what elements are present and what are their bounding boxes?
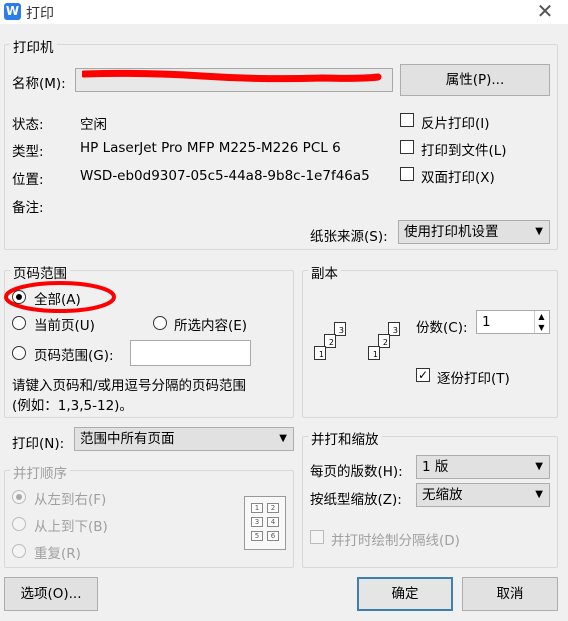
- comment-label: 备注:: [12, 200, 44, 216]
- pages-per-sheet-select[interactable]: 1 版 ▼: [416, 455, 550, 479]
- print-what-select[interactable]: 范围中所有页面 ▼: [74, 427, 294, 451]
- chevron-down-icon: ▼: [279, 433, 287, 444]
- copies-count-label: 份数(C):: [416, 320, 468, 336]
- chevron-down-icon: ▼: [535, 461, 543, 472]
- paper-source-label: 纸张来源(S):: [310, 229, 388, 245]
- pages-per-sheet-value: 1 版: [422, 459, 449, 475]
- collate-checkbox[interactable]: ✓: [416, 368, 430, 382]
- redaction-scribble: [82, 69, 382, 83]
- draw-lines-label: 并打时绘制分隔线(D): [331, 533, 460, 549]
- copies-count-value: 1: [482, 314, 491, 330]
- ok-button[interactable]: 确定: [357, 577, 453, 611]
- app-icon: W: [4, 3, 21, 20]
- order-preview-cell: 2: [267, 503, 279, 513]
- close-icon[interactable]: ✕: [534, 0, 556, 23]
- order-preview-cell: 1: [251, 503, 263, 513]
- collate-page: 1: [314, 346, 326, 360]
- range-pages-radio[interactable]: [12, 346, 26, 360]
- page-range-input[interactable]: [130, 340, 251, 366]
- order-preview-cell: 4: [267, 517, 279, 527]
- paper-source-select[interactable]: 使用打印机设置 ▼: [398, 220, 550, 244]
- window-title: 打印: [26, 6, 54, 22]
- scale-value: 无缩放: [422, 487, 463, 503]
- scale-select[interactable]: 无缩放 ▼: [416, 483, 550, 507]
- order-repeat-radio[interactable]: [12, 544, 26, 558]
- order-ltr-label: 从左到右(F): [34, 492, 107, 508]
- print-order-title: 并打顺序: [10, 462, 70, 482]
- location-value: WSD-eb0d9307-05c5-44a8-9b8c-1e7f46a5: [80, 168, 370, 184]
- zoom-title: 并打和缩放: [308, 428, 382, 448]
- collate-label: 逐份打印(T): [437, 371, 510, 387]
- printer-name-label: 名称(M):: [12, 76, 66, 92]
- range-selection-radio[interactable]: [153, 316, 167, 330]
- spinner-up-icon[interactable]: ▲: [534, 311, 548, 322]
- duplex-checkbox[interactable]: [400, 167, 414, 181]
- print-to-file-label: 打印到文件(L): [421, 143, 507, 159]
- chevron-down-icon: ▼: [535, 489, 543, 500]
- collate-stack-2: 3 2 1: [368, 322, 408, 372]
- printer-group-title: 打印机: [10, 36, 57, 56]
- order-ttb-label: 从上到下(B): [34, 519, 108, 535]
- range-current-label: 当前页(U): [34, 318, 95, 334]
- duplex-label: 双面打印(X): [421, 170, 495, 186]
- reverse-print-label: 反片打印(I): [421, 116, 490, 132]
- copies-count-input[interactable]: 1 ▲ ▼: [476, 310, 550, 334]
- scale-label: 按纸型缩放(Z):: [310, 492, 402, 508]
- order-preview-grid: 1 2 3 4 5 6: [244, 496, 286, 550]
- paper-source-value: 使用打印机设置: [404, 224, 499, 240]
- copies-title: 副本: [308, 262, 341, 282]
- cancel-button[interactable]: 取消: [462, 577, 558, 611]
- reverse-print-checkbox[interactable]: [400, 113, 414, 127]
- page-range-hint-1: 请键入页码和/或用逗号分隔的页码范围: [12, 378, 247, 394]
- print-what-label: 打印(N):: [12, 436, 65, 452]
- range-all-label: 全部(A): [34, 292, 81, 308]
- location-label: 位置:: [12, 172, 44, 188]
- status-value: 空闲: [80, 117, 107, 133]
- chevron-down-icon: ▼: [535, 226, 543, 237]
- range-selection-label: 所选内容(E): [174, 318, 248, 334]
- draw-lines-checkbox[interactable]: [310, 530, 324, 544]
- properties-button[interactable]: 属性(P)...: [400, 64, 550, 96]
- options-button[interactable]: 选项(O)...: [4, 577, 98, 611]
- order-preview-cell: 6: [267, 531, 279, 541]
- range-all-radio[interactable]: [12, 290, 26, 304]
- order-preview-cell: 5: [251, 531, 263, 541]
- type-value: HP LaserJet Pro MFP M225-M226 PCL 6: [80, 140, 341, 156]
- type-label: 类型:: [12, 144, 44, 160]
- order-ttb-radio[interactable]: [12, 517, 26, 531]
- order-ltr-radio[interactable]: [12, 490, 26, 504]
- range-current-radio[interactable]: [12, 316, 26, 330]
- order-repeat-label: 重复(R): [34, 546, 81, 562]
- print-to-file-checkbox[interactable]: [400, 140, 414, 154]
- print-what-value: 范围中所有页面: [80, 431, 175, 447]
- spinner-down-icon[interactable]: ▼: [534, 322, 548, 333]
- title-bar: [0, 0, 568, 24]
- collate-stack-1: 3 2 1: [314, 322, 354, 372]
- range-pages-label: 页码范围(G):: [34, 348, 114, 364]
- order-preview-cell: 3: [251, 517, 263, 527]
- page-range-hint-2: (例如：1,3,5-12)。: [12, 398, 133, 414]
- collate-page: 1: [368, 346, 380, 360]
- pages-per-sheet-label: 每页的版数(H):: [310, 464, 403, 480]
- status-label: 状态:: [12, 117, 44, 133]
